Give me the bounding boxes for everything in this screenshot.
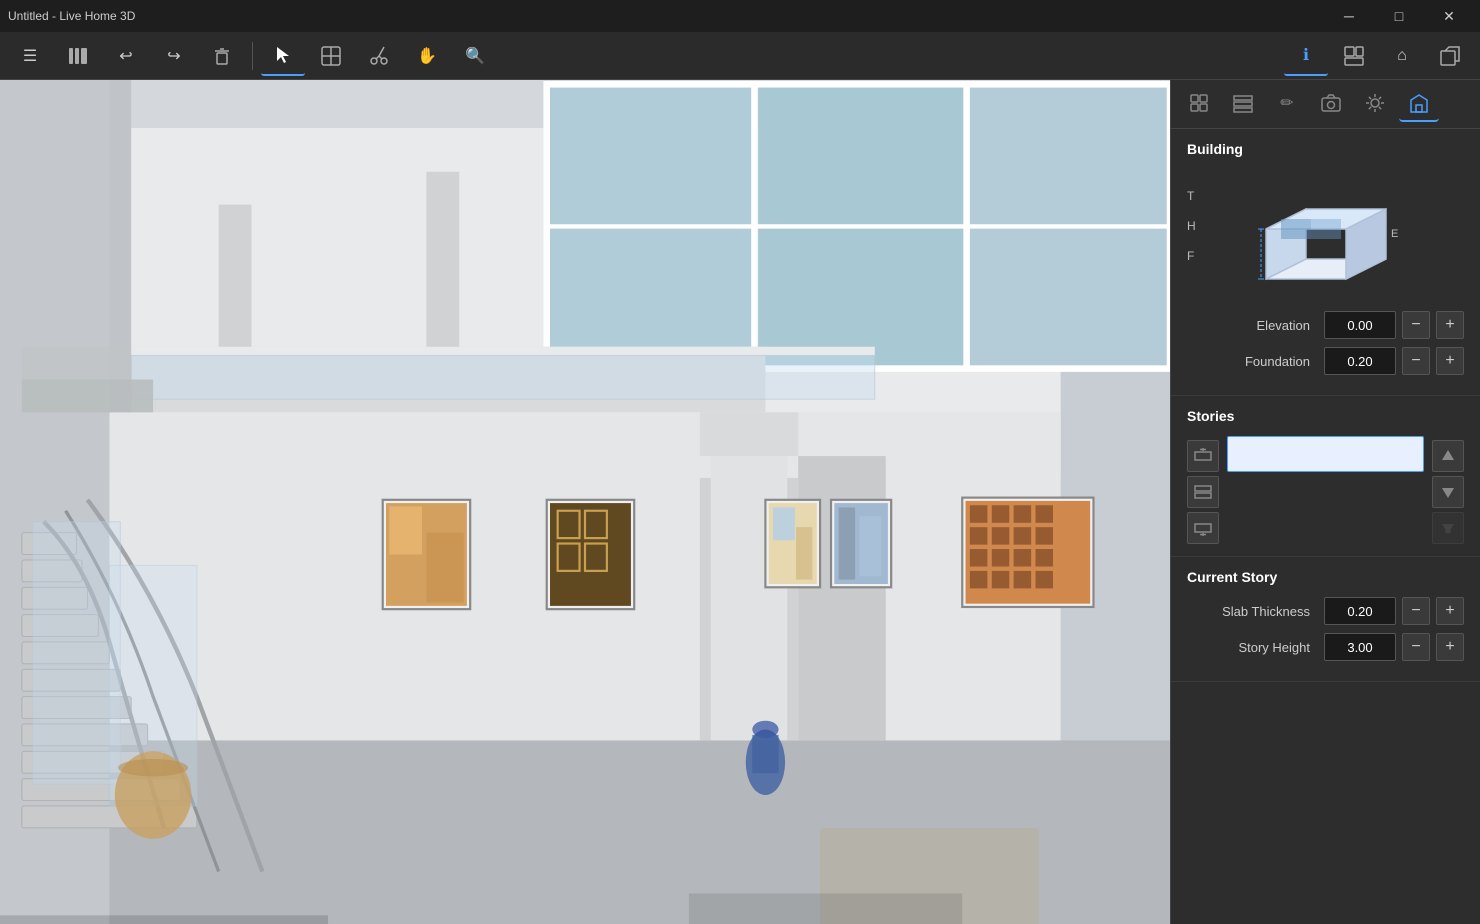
- story-height-input[interactable]: [1324, 633, 1396, 661]
- current-story-section: Current Story Slab Thickness − + Story H…: [1171, 557, 1480, 682]
- tab-house[interactable]: ⌂: [1380, 36, 1424, 76]
- window-title: Untitled - Live Home 3D: [8, 9, 135, 23]
- sub-tab-walls[interactable]: [1223, 86, 1263, 122]
- sub-tab-objects[interactable]: [1179, 86, 1219, 122]
- pan-button[interactable]: ✋: [405, 36, 449, 76]
- minimize-button[interactable]: ─: [1326, 0, 1372, 32]
- add-basement[interactable]: [1187, 512, 1219, 544]
- right-panel: ✏: [1170, 80, 1480, 924]
- close-button[interactable]: ✕: [1426, 0, 1472, 32]
- stories-area: [1187, 436, 1464, 544]
- tab-info[interactable]: ℹ: [1284, 36, 1328, 76]
- viewport[interactable]: [0, 80, 1170, 924]
- elevation-decrease[interactable]: −: [1402, 311, 1430, 339]
- elevation-row: Elevation − +: [1187, 311, 1464, 339]
- maximize-button[interactable]: □: [1376, 0, 1422, 32]
- menu-button[interactable]: ☰: [8, 36, 52, 76]
- building-labels: T H F: [1187, 189, 1196, 263]
- story-down[interactable]: [1432, 476, 1464, 508]
- story-list-icons: [1187, 436, 1219, 544]
- build-button[interactable]: [309, 36, 353, 76]
- foundation-row: Foundation − +: [1187, 347, 1464, 375]
- foundation-increase[interactable]: +: [1436, 347, 1464, 375]
- tab-layout[interactable]: [1332, 36, 1376, 76]
- redo-button[interactable]: ↪: [152, 36, 196, 76]
- slab-thickness-input[interactable]: [1324, 597, 1396, 625]
- sub-tab-building[interactable]: [1399, 86, 1439, 122]
- slab-thickness-decrease[interactable]: −: [1402, 597, 1430, 625]
- undo-button[interactable]: ↩: [104, 36, 148, 76]
- manage-stories[interactable]: [1187, 476, 1219, 508]
- sub-tab-pencil[interactable]: ✏: [1267, 86, 1307, 122]
- elevation-increase[interactable]: +: [1436, 311, 1464, 339]
- search-button[interactable]: 🔍: [453, 36, 497, 76]
- window-controls: ─ □ ✕: [1326, 0, 1472, 32]
- titlebar: Untitled - Live Home 3D ─ □ ✕: [0, 0, 1480, 32]
- foundation-decrease[interactable]: −: [1402, 347, 1430, 375]
- main-toolbar: ☰ ↩ ↪: [0, 32, 1480, 80]
- story-action-btns: [1432, 436, 1464, 544]
- foundation-input[interactable]: [1324, 347, 1396, 375]
- story-height-decrease[interactable]: −: [1402, 633, 1430, 661]
- story-delete[interactable]: [1432, 512, 1464, 544]
- elevation-input[interactable]: [1324, 311, 1396, 339]
- foundation-label: Foundation: [1187, 354, 1318, 369]
- current-story-title: Current Story: [1187, 569, 1464, 585]
- tab-3d[interactable]: [1428, 36, 1472, 76]
- library-button[interactable]: [56, 36, 100, 76]
- svg-text:E: E: [1391, 228, 1398, 240]
- select-button[interactable]: [261, 36, 305, 76]
- slab-thickness-increase[interactable]: +: [1436, 597, 1464, 625]
- add-story-above[interactable]: [1187, 440, 1219, 472]
- story-height-row: Story Height − +: [1187, 633, 1464, 661]
- story-height-increase[interactable]: +: [1436, 633, 1464, 661]
- stories-section: Stories: [1171, 396, 1480, 557]
- building-3d-icon: E: [1246, 169, 1406, 299]
- building-section: Building T H F: [1171, 129, 1480, 396]
- delete-button[interactable]: [200, 36, 244, 76]
- story-visual: [1227, 436, 1424, 472]
- building-title: Building: [1187, 141, 1464, 157]
- trim-button[interactable]: [357, 36, 401, 76]
- sub-tab-camera[interactable]: [1311, 86, 1351, 122]
- sub-tab-sun[interactable]: [1355, 86, 1395, 122]
- story-height-label: Story Height: [1187, 640, 1318, 655]
- panel-sub-tabs: ✏: [1171, 80, 1480, 129]
- slab-thickness-row: Slab Thickness − +: [1187, 597, 1464, 625]
- building-diagram: T H F: [1187, 169, 1464, 299]
- elevation-label: Elevation: [1187, 318, 1318, 333]
- story-item-current[interactable]: [1227, 436, 1424, 472]
- separator-1: [252, 42, 253, 70]
- scene-view: [0, 80, 1170, 924]
- slab-thickness-label: Slab Thickness: [1187, 604, 1318, 619]
- stories-title: Stories: [1187, 408, 1464, 424]
- story-up[interactable]: [1432, 440, 1464, 472]
- main-area: ✏: [0, 80, 1480, 924]
